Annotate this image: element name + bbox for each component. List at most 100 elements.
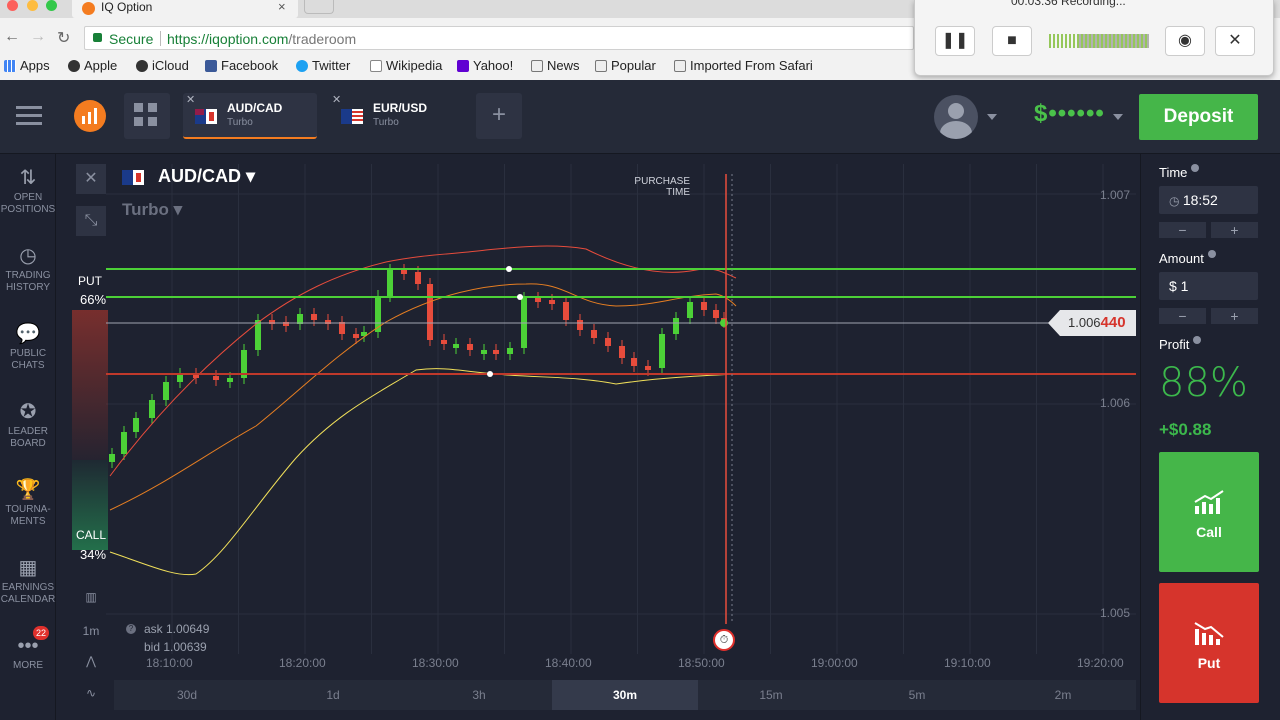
reload-icon[interactable]: ↻ (57, 28, 70, 48)
close-window-dot[interactable] (7, 0, 18, 11)
sidebar-item-more[interactable]: ••• 22 MORE (0, 626, 56, 672)
indicators-icon: ∿ (85, 686, 97, 700)
y-tick: 1.007 (1100, 188, 1131, 202)
all-assets-button[interactable] (124, 93, 170, 139)
time-decrease-button[interactable]: − (1159, 222, 1206, 238)
timeframe-1d[interactable]: 1d (260, 680, 406, 710)
sidebar-item-tournaments[interactable]: 🏆 TOURNA-MENTS (0, 476, 56, 528)
bookmark-imported[interactable]: Imported From Safari (674, 58, 813, 73)
bookmark-apps[interactable]: Apps (4, 58, 50, 73)
calendar-icon: ▦ (18, 557, 38, 579)
iqoption-favicon-icon (82, 2, 95, 15)
candle-body (353, 334, 359, 338)
candle-body (535, 298, 541, 302)
apple-icon (136, 60, 148, 72)
bookmark-twitter[interactable]: Twitter (296, 58, 350, 73)
tab-close-icon[interactable]: × (278, 0, 286, 14)
amount-field[interactable]: $ 1 (1159, 272, 1258, 300)
x-tick: 18:30:00 (412, 656, 459, 670)
candle-body (109, 454, 115, 462)
time-increase-button[interactable]: + (1211, 222, 1258, 238)
candle-body (213, 376, 219, 380)
candle-body (673, 318, 679, 334)
expiration-time-field[interactable]: ◷ 18:52 (1159, 186, 1258, 214)
bollinger-upper-line (109, 245, 737, 477)
bookmark-yahoo[interactable]: Yahoo! (457, 58, 513, 73)
timeframe-3h[interactable]: 3h (406, 680, 552, 710)
chart-grid (106, 164, 1136, 654)
chevron-down-icon[interactable] (987, 114, 997, 120)
timeframe-30d[interactable]: 30d (114, 680, 260, 710)
chart-area[interactable]: ✕ ⤡ AUD/CAD ▾ Turbo ▾ PURCHASE TIME PUT … (56, 154, 1140, 720)
sidebar-item-trading-history[interactable]: ◷ TRADING HISTORY (0, 242, 56, 294)
balance-display[interactable]: $•••••• (1034, 100, 1105, 128)
add-asset-button[interactable]: + (476, 93, 522, 139)
tab-type: Turbo (227, 117, 253, 128)
pause-button[interactable]: ❚❚ (935, 26, 975, 56)
x-tick: 19:20:00 (1077, 656, 1124, 670)
url-field[interactable]: Secure https://iqoption.com/traderoom (84, 26, 914, 50)
bookmark-facebook[interactable]: Facebook (205, 58, 278, 73)
back-icon[interactable]: ← (4, 28, 20, 46)
bookmark-wikipedia[interactable]: Wikipedia (370, 58, 442, 73)
help-icon[interactable]: ? (126, 624, 136, 634)
pause-icon: ❚❚ (941, 32, 969, 49)
forward-icon[interactable]: → (30, 28, 46, 46)
chevron-down-icon[interactable] (1113, 114, 1123, 120)
deposit-button[interactable]: Deposit (1139, 94, 1258, 140)
close-chart-button[interactable]: ✕ (76, 164, 106, 194)
webcam-icon: ◉ (1178, 32, 1192, 49)
option-type-selector[interactable]: Turbo ▾ (122, 200, 182, 220)
collapse-button[interactable]: ⤡ (76, 206, 106, 236)
call-button[interactable]: Call (1159, 452, 1259, 572)
timeframe-5m[interactable]: 5m (844, 680, 990, 710)
bookmark-icloud[interactable]: iCloud (136, 58, 189, 73)
tab-title: IQ Option (101, 0, 153, 14)
timer-icon: ⏱ (713, 629, 735, 651)
drawing-tools-button[interactable]: ⋀ (76, 654, 106, 668)
medal-icon: ✪ (19, 401, 37, 423)
chart-type-button[interactable]: ▥ (76, 590, 106, 604)
tab-symbol: AUD/CAD (227, 101, 283, 115)
sidebar-item-earnings-calendar[interactable]: ▦ EARNINGS CALENDAR (0, 554, 56, 606)
close-recorder-button[interactable]: ✕ (1215, 26, 1255, 56)
menu-icon[interactable] (16, 106, 42, 126)
candle-interval-button[interactable]: 1m (76, 624, 106, 638)
bookmark-popular[interactable]: Popular (595, 58, 656, 73)
folder-icon (531, 60, 543, 72)
timeframe-30m[interactable]: 30m (552, 680, 698, 710)
zoom-window-dot[interactable] (46, 0, 57, 11)
close-tab-icon[interactable]: ✕ (186, 93, 195, 106)
candle-body (133, 418, 139, 432)
bookmark-apple[interactable]: Apple (68, 58, 117, 73)
price-chart[interactable] (56, 154, 1140, 720)
webcam-button[interactable]: ◉ (1165, 26, 1205, 56)
browser-tab[interactable]: IQ Option × (72, 0, 298, 18)
amount-decrease-button[interactable]: − (1159, 308, 1206, 324)
avatar[interactable] (934, 95, 978, 139)
asset-tab-eurusd[interactable]: ✕ EUR/USD Turbo (329, 93, 463, 139)
timeframe-15m[interactable]: 15m (698, 680, 844, 710)
close-tab-icon[interactable]: ✕ (332, 93, 341, 106)
new-tab-button[interactable] (304, 0, 334, 14)
candle-body (453, 344, 459, 348)
arrows-icon: ⇅ (19, 167, 37, 189)
chat-icon: 💬 (15, 323, 41, 345)
sidebar-item-open-positions[interactable]: ⇅ OPEN POSITIONS (0, 164, 56, 216)
minimize-window-dot[interactable] (27, 0, 38, 11)
asset-tab-audcad[interactable]: ✕ AUD/CAD Turbo (183, 93, 317, 139)
put-button[interactable]: Put (1159, 583, 1259, 703)
candle-body (401, 270, 407, 274)
sidebar-item-public-chats[interactable]: 💬 PUBLIC CHATS (0, 320, 56, 372)
asset-selector[interactable]: AUD/CAD ▾ (158, 166, 255, 187)
profit-amount: +$0.88 (1159, 420, 1212, 439)
stop-button[interactable]: ■ (992, 26, 1032, 56)
sidebar-item-leader-board[interactable]: ✪ LEADER BOARD (0, 398, 56, 450)
current-price-tag: 1.006440 (1048, 310, 1136, 336)
amount-increase-button[interactable]: + (1211, 308, 1258, 324)
timeframe-2m[interactable]: 2m (990, 680, 1136, 710)
indicators-button[interactable]: ∿ (76, 686, 106, 700)
bookmark-news[interactable]: News (531, 58, 580, 73)
stop-icon: ■ (1007, 32, 1017, 49)
candle-body (375, 296, 381, 332)
